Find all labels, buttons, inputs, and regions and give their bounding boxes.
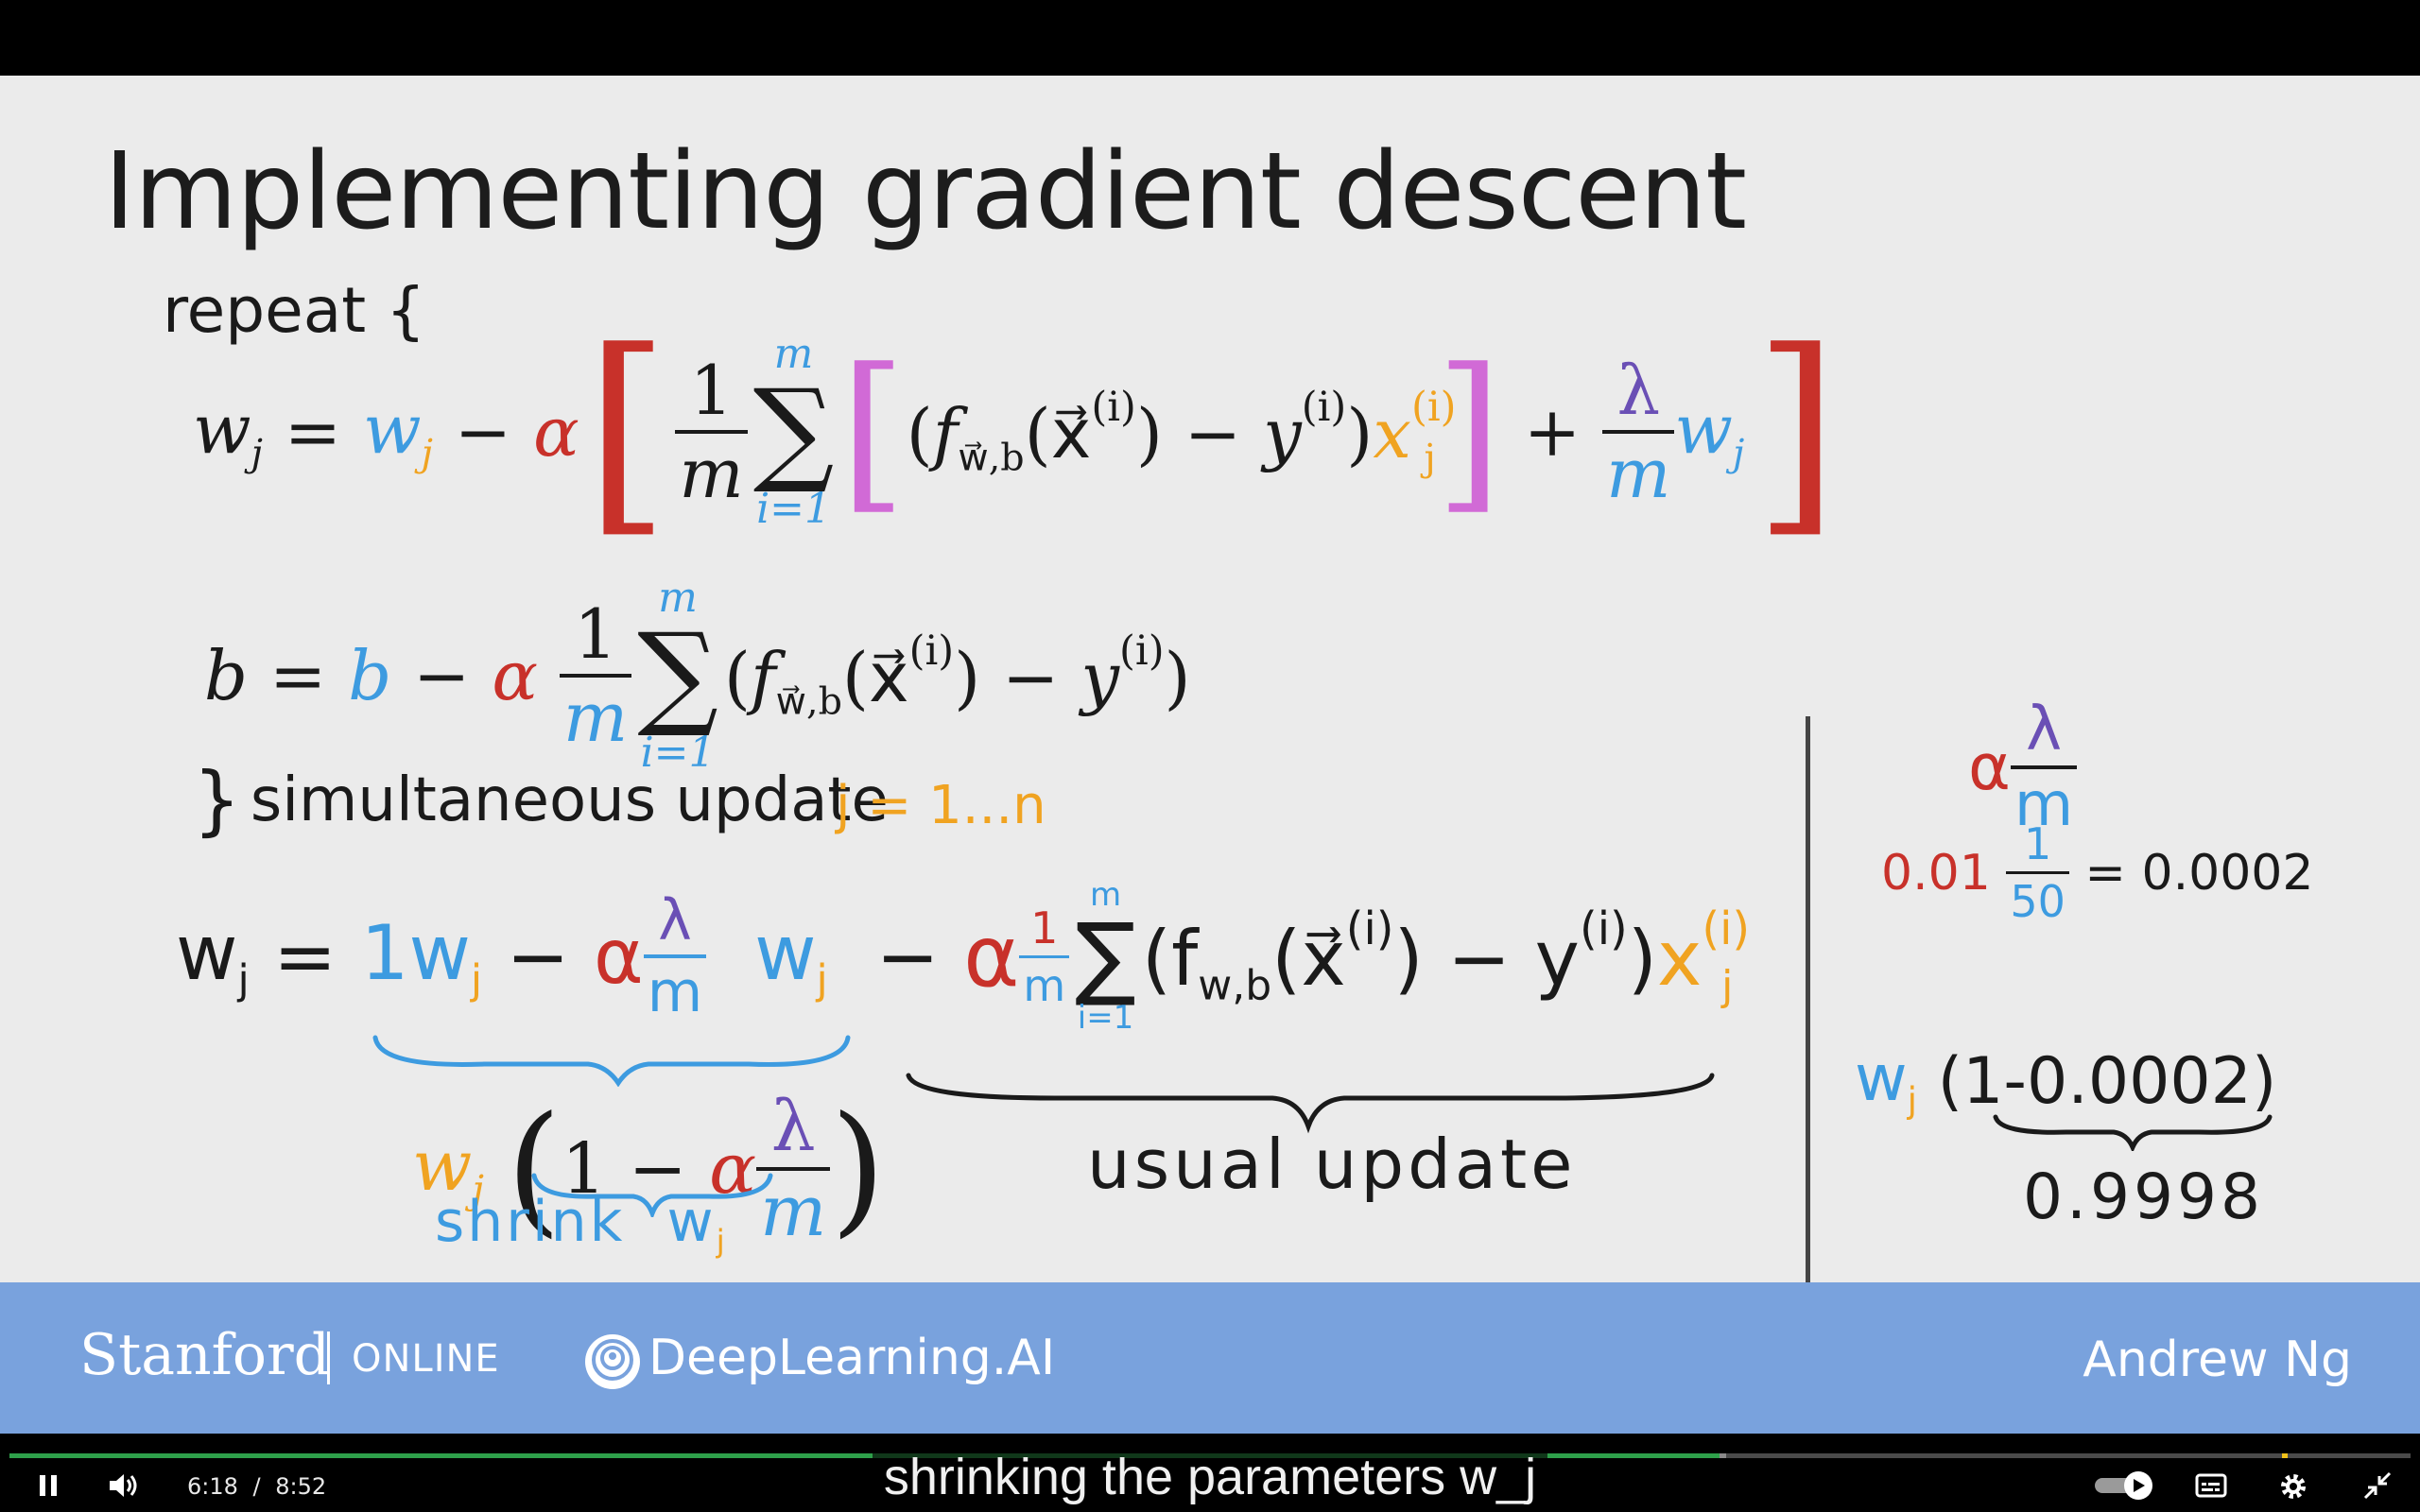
alpha-lambda-over-m: α λm <box>1968 699 2078 835</box>
j-range-annotation: j = 1...n <box>836 775 1046 836</box>
factor-brace <box>1993 1114 2273 1151</box>
usual-update-label: usual update <box>1087 1125 1577 1204</box>
simultaneous-update-label: } simultaneous update <box>193 756 889 844</box>
course-banner: Stanford ONLINE DeepLearning.AI Andrew N… <box>0 1282 2420 1434</box>
wj-factor-expression: wj (1-0.0002) <box>1855 1041 2277 1122</box>
brace-left <box>372 1035 851 1087</box>
logo-separator <box>327 1332 330 1384</box>
subtitle-caption: shrinking the parameters w_j <box>0 1448 2420 1506</box>
deeplearning-logo-icon <box>585 1334 640 1389</box>
expanded-update-equation: wj = 1wj − α λm wj − α 1m m ∑ i=1 (fw,b(x⃗… <box>176 876 1751 1037</box>
vertical-divider <box>1806 716 1810 1282</box>
top-letterbox <box>0 0 2420 76</box>
weight-update-equation: wj = wj − α [ 1m m ∑ i=1 [ (fw⃗,b(x⃗(i)) −… <box>193 305 1840 558</box>
slide-title: Implementing gradient descent <box>104 130 1747 253</box>
stanford-logo-text: Stanford <box>79 1322 331 1388</box>
factor-result: 0.9998 <box>2023 1160 2264 1233</box>
online-label: ONLINE <box>352 1337 500 1381</box>
bias-update-equation: b = b − α 1m m ∑ i=1 (fw⃗,b(x⃗(i)) − y(i)) <box>204 574 1191 777</box>
deeplearning-logo-text: DeepLearning.AI <box>648 1330 1056 1386</box>
lecture-slide: Implementing gradient descent repeat { w… <box>0 76 2420 1282</box>
shrink-wj-label: shrink wj <box>435 1189 728 1260</box>
numeric-substitution: 0.01 1 50 = 0.0002 <box>1881 818 2314 927</box>
presenter-name: Andrew Ng <box>2083 1332 2352 1388</box>
